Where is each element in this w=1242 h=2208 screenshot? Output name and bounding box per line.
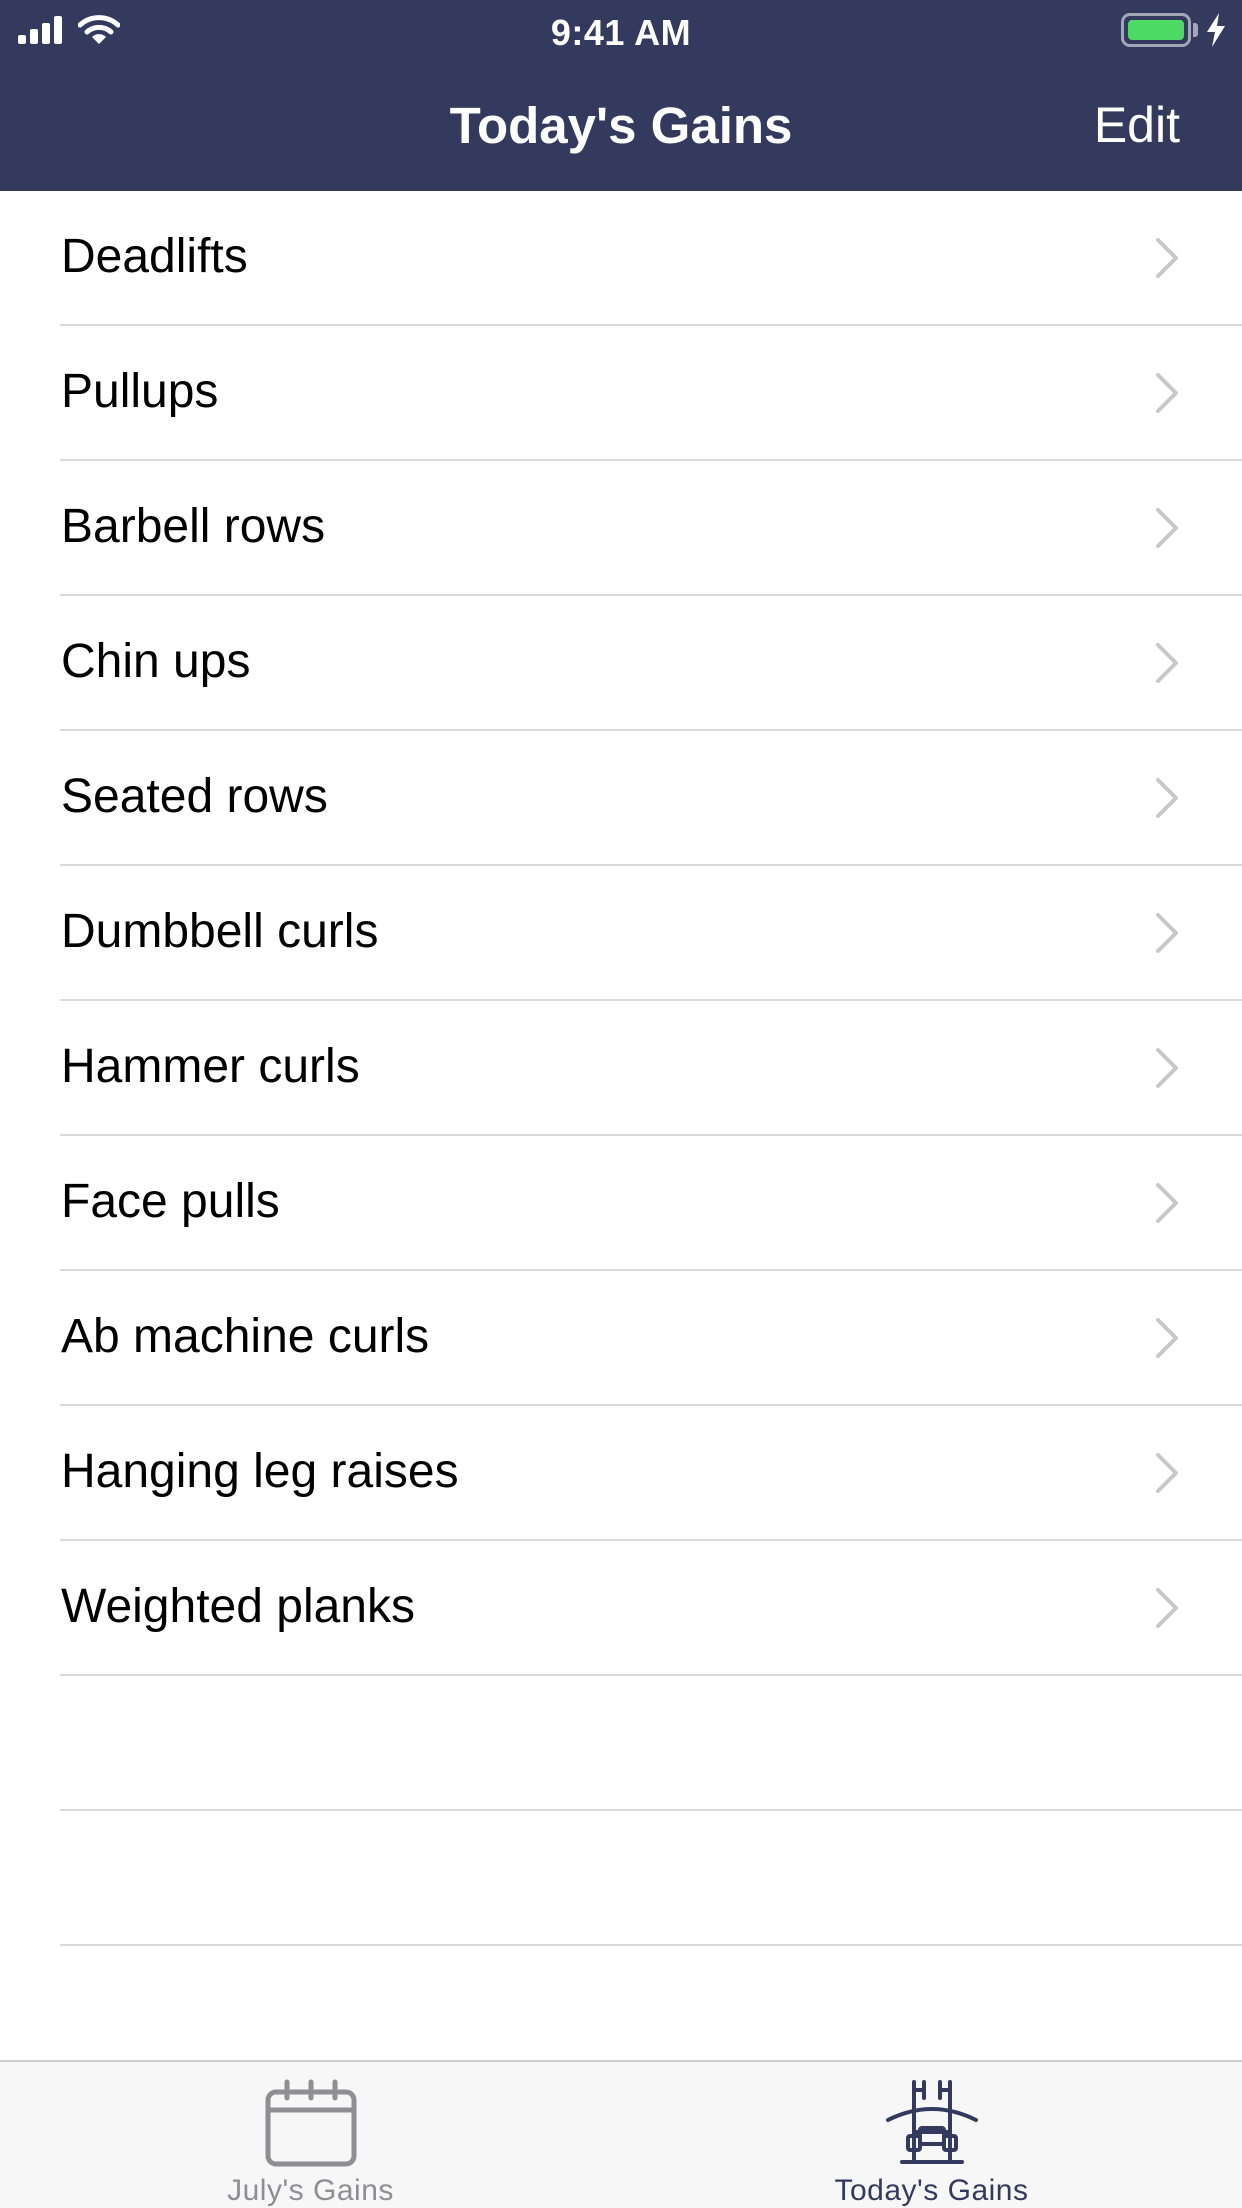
chevron-right-icon (1156, 643, 1178, 683)
barbell-rack-icon (885, 2080, 978, 2164)
empty-row (0, 1676, 1242, 1811)
list-item-label: Hanging leg raises (61, 1445, 459, 1498)
list-item[interactable]: Ab machine curls (0, 1271, 1242, 1406)
list-item[interactable]: Barbell rows (0, 461, 1242, 596)
tab-bar: July's Gains Today's Gains (0, 2060, 1242, 2208)
row-divider (60, 1944, 1242, 1946)
edit-button[interactable]: Edit (1094, 96, 1180, 154)
list-item-label: Seated rows (61, 770, 328, 823)
list-item[interactable]: Seated rows (0, 731, 1242, 866)
status-bar: 9:41 AM (0, 0, 1242, 60)
list-item[interactable]: Deadlifts (0, 191, 1242, 326)
list-item-label: Weighted planks (61, 1580, 415, 1633)
list-item-label: Deadlifts (61, 230, 248, 283)
chevron-right-icon (1156, 1318, 1178, 1358)
list-item[interactable]: Face pulls (0, 1136, 1242, 1271)
navigation-header: 9:41 AM Today's Gains Edit (0, 0, 1242, 191)
list-item[interactable]: Dumbbell curls (0, 866, 1242, 1001)
list-item-label: Face pulls (61, 1175, 280, 1228)
charging-bolt-icon (1207, 13, 1225, 47)
chevron-right-icon (1156, 1588, 1178, 1628)
status-time: 9:41 AM (550, 12, 692, 53)
list-item-label: Ab machine curls (61, 1310, 430, 1363)
chevron-right-icon (1156, 913, 1178, 953)
list-item-label: Dumbbell curls (61, 905, 379, 958)
page-title: Today's Gains (449, 97, 793, 154)
list-item-label: Barbell rows (61, 500, 326, 553)
chevron-right-icon (1156, 373, 1178, 413)
list-item[interactable]: Chin ups (0, 596, 1242, 731)
chevron-right-icon (1156, 1453, 1178, 1493)
battery-cap (1193, 23, 1198, 37)
list-item-label: Pullups (61, 365, 219, 418)
chevron-right-icon (1156, 1183, 1178, 1223)
tab-todays-gains[interactable]: Today's Gains (621, 2062, 1242, 2208)
tab-julys-gains[interactable]: July's Gains (0, 2062, 621, 2208)
battery-icon (1121, 13, 1191, 47)
tab-label: July's Gains (227, 2174, 394, 2207)
chevron-right-icon (1156, 508, 1178, 548)
chevron-right-icon (1156, 1048, 1178, 1088)
exercise-list: Deadlifts Pullups Barbell rows Chin ups … (0, 191, 1242, 1946)
list-item[interactable]: Weighted planks (0, 1541, 1242, 1676)
list-item[interactable]: Hammer curls (0, 1001, 1242, 1136)
empty-row (0, 1811, 1242, 1946)
chevron-right-icon (1156, 778, 1178, 818)
calendar-icon (265, 2079, 356, 2167)
chevron-right-icon (1156, 238, 1178, 278)
list-item[interactable]: Hanging leg raises (0, 1406, 1242, 1541)
list-item-label: Hammer curls (61, 1040, 360, 1093)
list-item[interactable]: Pullups (0, 326, 1242, 461)
tab-label: Today's Gains (834, 2174, 1029, 2207)
list-item-label: Chin ups (61, 635, 251, 688)
